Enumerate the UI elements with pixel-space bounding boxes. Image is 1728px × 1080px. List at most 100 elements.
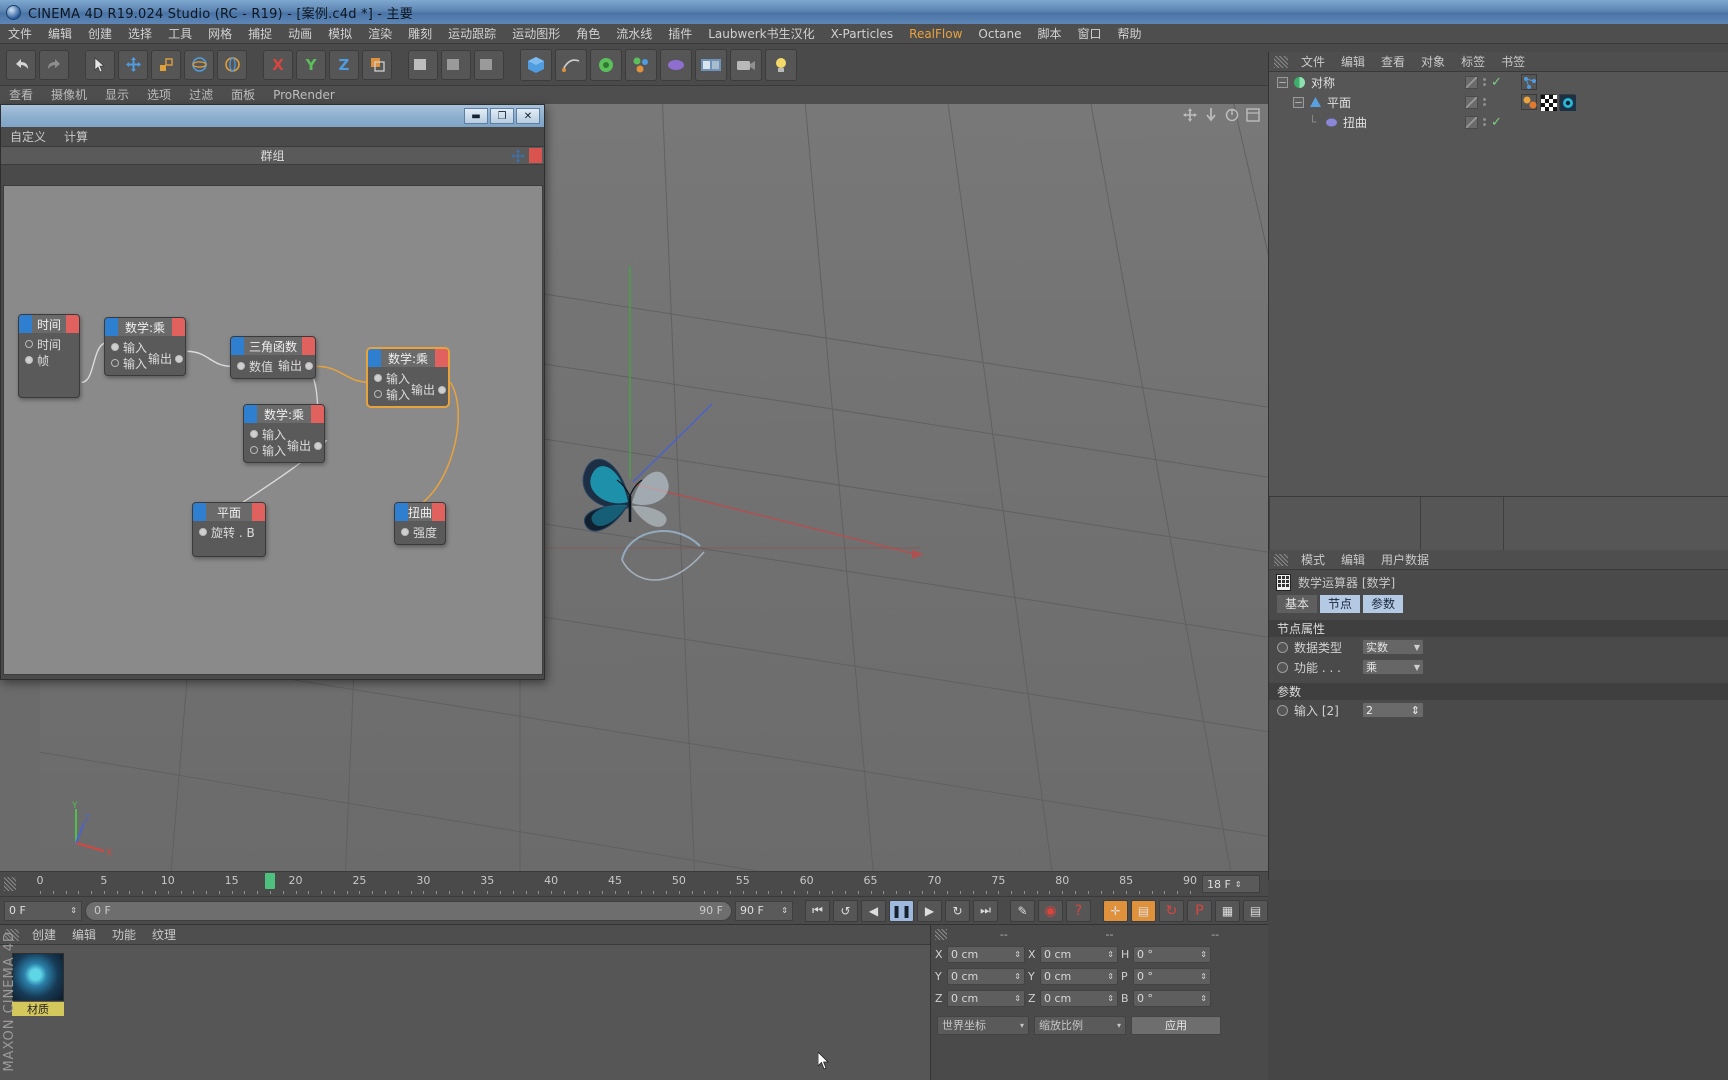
mograph-button[interactable] <box>625 48 657 81</box>
chevron-down-icon[interactable]: ▼ <box>1414 643 1420 652</box>
pause-button[interactable]: ❚❚ <box>889 899 914 922</box>
expander-icon[interactable]: － <box>1293 96 1304 109</box>
object-visibility-controls[interactable]: ✓ <box>1465 72 1502 92</box>
menu-item-书签[interactable]: 书签 <box>1493 52 1533 72</box>
port-pin-icon[interactable] <box>237 362 245 370</box>
spinner-icon[interactable]: ⇕ <box>1014 994 1021 1003</box>
y-axis-button[interactable]: Y <box>296 49 326 80</box>
menu-item-计算[interactable]: 计算 <box>55 127 97 147</box>
port-pin-icon[interactable] <box>305 361 313 370</box>
menu-item-模式[interactable]: 模式 <box>1293 550 1333 570</box>
node-port-row[interactable]: 帧 <box>21 352 77 368</box>
expander-icon[interactable]: － <box>1277 76 1288 89</box>
spinner-icon[interactable]: ⇕ <box>1200 972 1207 981</box>
menu-item-创建[interactable]: 创建 <box>24 925 64 945</box>
spinner-icon[interactable]: ⇕ <box>1014 950 1021 959</box>
go-to-end-button[interactable]: ⏭ <box>973 899 998 922</box>
rotate-button[interactable] <box>184 49 214 80</box>
menu-item-面板[interactable]: 面板 <box>222 86 264 104</box>
scale-mode-dropdown[interactable]: 缩放比例 ▾ <box>1034 1015 1126 1035</box>
undo-view-button[interactable] <box>217 49 247 80</box>
port-pin-icon[interactable] <box>438 385 446 394</box>
node-input-port[interactable] <box>105 318 118 336</box>
scene-button[interactable] <box>695 48 727 81</box>
node-header[interactable]: 平面 <box>193 503 265 521</box>
menu-item-文件[interactable]: 文件 <box>1293 52 1333 72</box>
menu-item-纹理[interactable]: 纹理 <box>144 925 184 945</box>
xpresso-menu-bar[interactable]: 自定义 计算 <box>1 127 544 147</box>
step-forward-button[interactable]: ▶ <box>917 899 942 922</box>
node-twist[interactable]: 扭曲 强度 <box>394 502 446 545</box>
rotation-key-button[interactable]: ↻ <box>1159 899 1184 922</box>
light-button[interactable] <box>765 48 797 81</box>
panel-grip-icon[interactable] <box>1274 553 1288 566</box>
rotation-H-field[interactable]: 0 ° ⇕ <box>1133 945 1211 963</box>
node-input-port[interactable] <box>368 349 381 367</box>
attribute-number-field[interactable]: 2 ⇕ <box>1362 702 1424 718</box>
parameter-port-icon[interactable] <box>1277 661 1288 673</box>
main-menu-bar[interactable]: 文件 编辑 创建 选择 工具 网格 捕捉 动画 模拟 渲染 雕刻 运动跟踪 运动图形 角色 流水线 插件 Lau… <box>0 24 1728 44</box>
attribute-manager[interactable]: 模式 编辑 用户数据 数学运算器 [数学] 基本 节点 参数 节点属性 数据类型 实数 ▼ 功能… <box>1268 550 1728 880</box>
x-axis-button[interactable]: X <box>263 49 293 80</box>
group-header-corner[interactable] <box>510 148 542 163</box>
port-pin-icon[interactable] <box>250 446 258 454</box>
attribute-row-功能 . . .[interactable]: 功能 . . . 乘 ▼ <box>1269 657 1728 677</box>
menu-item-功能[interactable]: 功能 <box>104 925 144 945</box>
spinner-icon[interactable]: ⇕ <box>1014 972 1021 981</box>
rotate-icon[interactable] <box>1225 108 1239 122</box>
node-header[interactable]: 扭曲 <box>395 503 445 521</box>
port-pin-icon[interactable] <box>199 528 207 536</box>
play-bar[interactable]: 0 F ⇕ 0 F 90 F 90 F ⇕ ⏮ ↺ ◀ ❚❚ ▶ ↻ ⏭ ✎ ◉? ✛ ▤ ↻ P ▦… <box>0 896 1268 924</box>
coordinate-row-X[interactable]: X 0 cm ⇕ X 0 cm ⇕ H 0 ° ⇕ <box>931 943 1268 965</box>
minimize-button[interactable]: ▬ <box>464 108 488 124</box>
scale-button[interactable] <box>151 49 181 80</box>
menu-item-工具[interactable]: 工具 <box>160 24 200 44</box>
port-pin-icon[interactable] <box>401 528 409 536</box>
coordinate-manager[interactable]: -- -- -- X0 cm ⇕ X 0 cm ⇕ H 0 ° ⇕ Y 0 cm ⇕ Y 0 cm ⇕ P 0… <box>930 924 1268 1080</box>
autokey-button[interactable]: ✎ <box>1010 899 1035 922</box>
menu-item-摄像机[interactable]: 摄像机 <box>42 86 96 104</box>
preview-range-slider[interactable]: 0 F 90 F <box>85 900 732 921</box>
frame-start-field[interactable]: 0 F ⇕ <box>4 900 82 921</box>
size-Y-field[interactable]: 0 cm ⇕ <box>1040 967 1118 985</box>
pla-key-button[interactable]: ▦ <box>1215 899 1240 922</box>
group-move-icon[interactable] <box>510 148 526 163</box>
size-X-field[interactable]: 0 cm ⇕ <box>1040 945 1118 963</box>
attribute-dropdown[interactable]: 实数 ▼ <box>1362 639 1424 655</box>
menu-item-捕捉[interactable]: 捕捉 <box>240 24 280 44</box>
attribute-row-数据类型[interactable]: 数据类型 实数 ▼ <box>1269 637 1728 657</box>
camera-button[interactable] <box>730 48 762 81</box>
maximize-button[interactable]: ❐ <box>490 108 514 124</box>
menu-item-窗口[interactable]: 窗口 <box>1070 24 1110 44</box>
port-pin-icon[interactable] <box>175 354 183 363</box>
node-output-row[interactable]: 输出 <box>287 437 322 454</box>
node-port-row[interactable]: 强度 <box>397 524 443 540</box>
menu-item-编辑[interactable]: 编辑 <box>1333 52 1373 72</box>
spinner-icon[interactable]: ⇕ <box>1107 950 1114 959</box>
current-frame-field[interactable]: 18 F ⇕ <box>1202 875 1260 893</box>
pan-icon[interactable] <box>1183 108 1197 122</box>
panel-grip-icon[interactable] <box>1274 55 1288 68</box>
spinner-icon[interactable]: ⇕ <box>1200 994 1207 1003</box>
spinner-icon[interactable]: ⇕ <box>781 906 788 915</box>
move-button[interactable] <box>118 49 148 80</box>
panel-grip-icon[interactable] <box>4 877 16 891</box>
port-pin-icon[interactable] <box>374 374 382 382</box>
node-input-port[interactable] <box>395 503 408 521</box>
dolly-icon[interactable] <box>1204 108 1218 122</box>
coordinate-row-Z[interactable]: Z 0 cm ⇕ Z 0 cm ⇕ B 0 ° ⇕ <box>931 987 1268 1009</box>
node-output-port[interactable] <box>302 337 315 355</box>
node-port-row[interactable]: 旋转 . B <box>195 524 263 540</box>
coordinate-row-Y[interactable]: Y 0 cm ⇕ Y 0 cm ⇕ P 0 ° ⇕ <box>931 965 1268 987</box>
attribute-tab-节点[interactable]: 节点 <box>1319 594 1362 614</box>
node-plane[interactable]: 平面旋转 . B <box>192 502 266 557</box>
layer-box[interactable] <box>1465 115 1478 129</box>
position-Z-field[interactable]: 0 cm ⇕ <box>947 989 1025 1007</box>
menu-item-选择[interactable]: 选择 <box>120 24 160 44</box>
spline-button[interactable] <box>555 48 587 81</box>
xpresso-group-header[interactable]: 群组 <box>1 147 544 165</box>
apply-button[interactable]: 应用 <box>1131 1015 1221 1035</box>
rotation-B-field[interactable]: 0 ° ⇕ <box>1133 989 1211 1007</box>
menu-item-流水线[interactable]: 流水线 <box>608 24 660 44</box>
port-pin-icon[interactable] <box>25 340 33 348</box>
